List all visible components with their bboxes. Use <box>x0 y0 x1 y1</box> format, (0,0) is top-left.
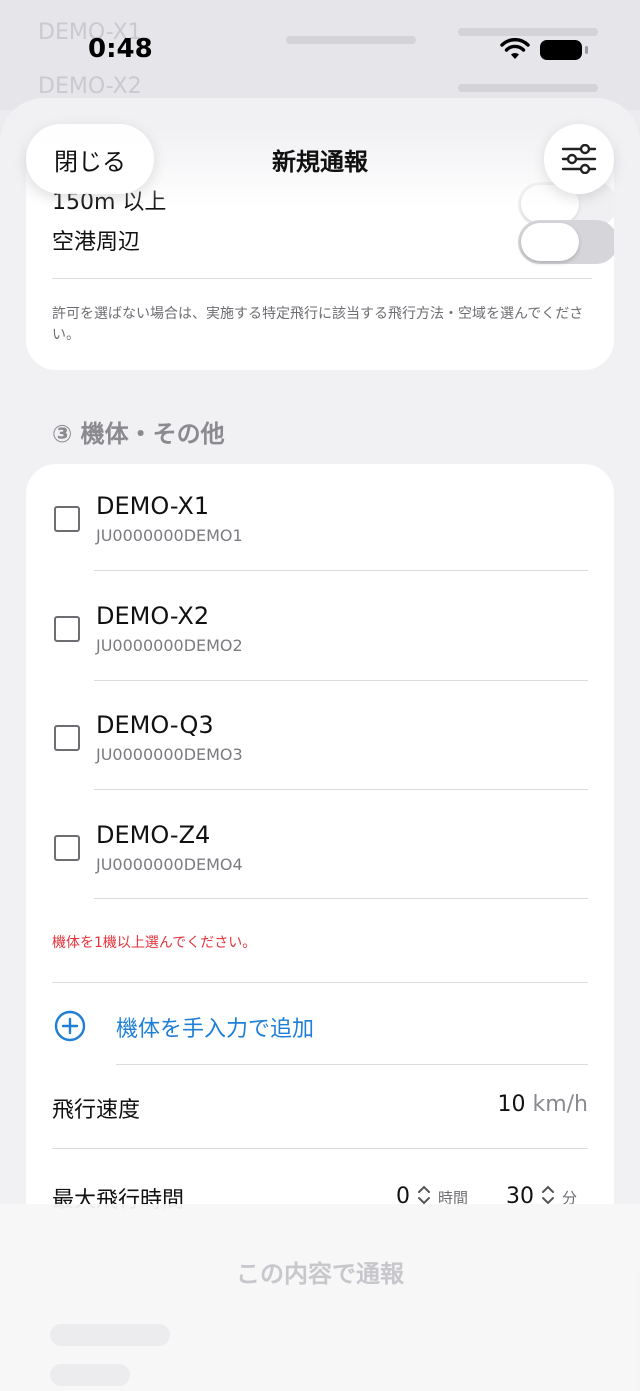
ghost-content <box>50 1364 130 1386</box>
aircraft-checkbox[interactable] <box>54 506 80 532</box>
divider <box>52 982 588 983</box>
divider <box>94 570 588 571</box>
aircraft-checkbox[interactable] <box>54 835 80 861</box>
aircraft-row[interactable]: DEMO-X2 JU0000000DEMO2 <box>26 574 614 684</box>
aircraft-name: DEMO-Q3 <box>96 711 214 739</box>
divider <box>94 898 588 899</box>
ghost-content <box>50 1324 170 1346</box>
status-time: 0:48 <box>88 34 153 64</box>
aircraft-checkbox[interactable] <box>54 725 80 751</box>
aircraft-row[interactable]: DEMO-Q3 JU0000000DEMO3 <box>26 683 614 793</box>
toggle-knob <box>521 223 579 261</box>
flight-speed-value[interactable]: 10 km/h <box>497 1092 588 1117</box>
aircraft-row[interactable]: DEMO-X1 JU0000000DEMO1 <box>26 464 614 574</box>
wifi-icon <box>500 38 530 59</box>
aircraft-id: JU0000000DEMO4 <box>96 855 243 874</box>
divider <box>116 1064 588 1065</box>
aircraft-name: DEMO-X1 <box>96 492 210 520</box>
aircraft-error-message: 機体を1機以上選んでください。 <box>52 935 257 951</box>
divider <box>94 789 588 790</box>
toggle-airport[interactable] <box>518 220 614 264</box>
divider <box>52 278 592 279</box>
chevron-up-down-icon <box>542 1185 554 1205</box>
speed-number: 10 <box>497 1092 526 1117</box>
chevron-up-down-icon <box>418 1185 430 1205</box>
section-title-aircraft: ③ 機体・その他 <box>52 420 225 448</box>
bottom-bar: この内容で通報 <box>0 1204 640 1391</box>
flight-speed-label: 飛行速度 <box>52 1098 141 1123</box>
aircraft-name: DEMO-Z4 <box>96 821 211 849</box>
aircraft-checkbox[interactable] <box>54 616 80 642</box>
aircraft-row[interactable]: DEMO-Z4 JU0000000DEMO4 <box>26 793 614 903</box>
aircraft-id: JU0000000DEMO1 <box>96 526 243 545</box>
aircraft-name: DEMO-X2 <box>96 602 210 630</box>
permit-label: 空港周辺 <box>52 230 141 255</box>
battery-icon <box>540 40 588 60</box>
add-aircraft-manual-button[interactable]: 機体を手入力で追加 <box>116 1011 314 1043</box>
permit-row-airport: 空港周辺 <box>52 220 614 268</box>
permits-note: 許可を選ばない場合は、実施する特定飛行に該当する飛行方法・空域を選んでください。 <box>52 306 584 343</box>
add-circle-icon[interactable] <box>54 1010 86 1042</box>
status-bar: 0:48 <box>0 0 640 100</box>
submit-report-button[interactable]: この内容で通報 <box>42 1236 598 1306</box>
divider <box>94 680 588 681</box>
aircraft-id: JU0000000DEMO2 <box>96 636 243 655</box>
aircraft-id: JU0000000DEMO3 <box>96 745 243 764</box>
speed-unit: km/h <box>532 1092 588 1117</box>
filter-button[interactable] <box>544 124 614 194</box>
new-report-sheet: 150m 以上 空港周辺 許可を選ばない場合は、実施する特定飛行に該当する飛行方… <box>0 98 640 1391</box>
sliders-icon <box>561 144 597 174</box>
divider <box>52 1148 588 1149</box>
